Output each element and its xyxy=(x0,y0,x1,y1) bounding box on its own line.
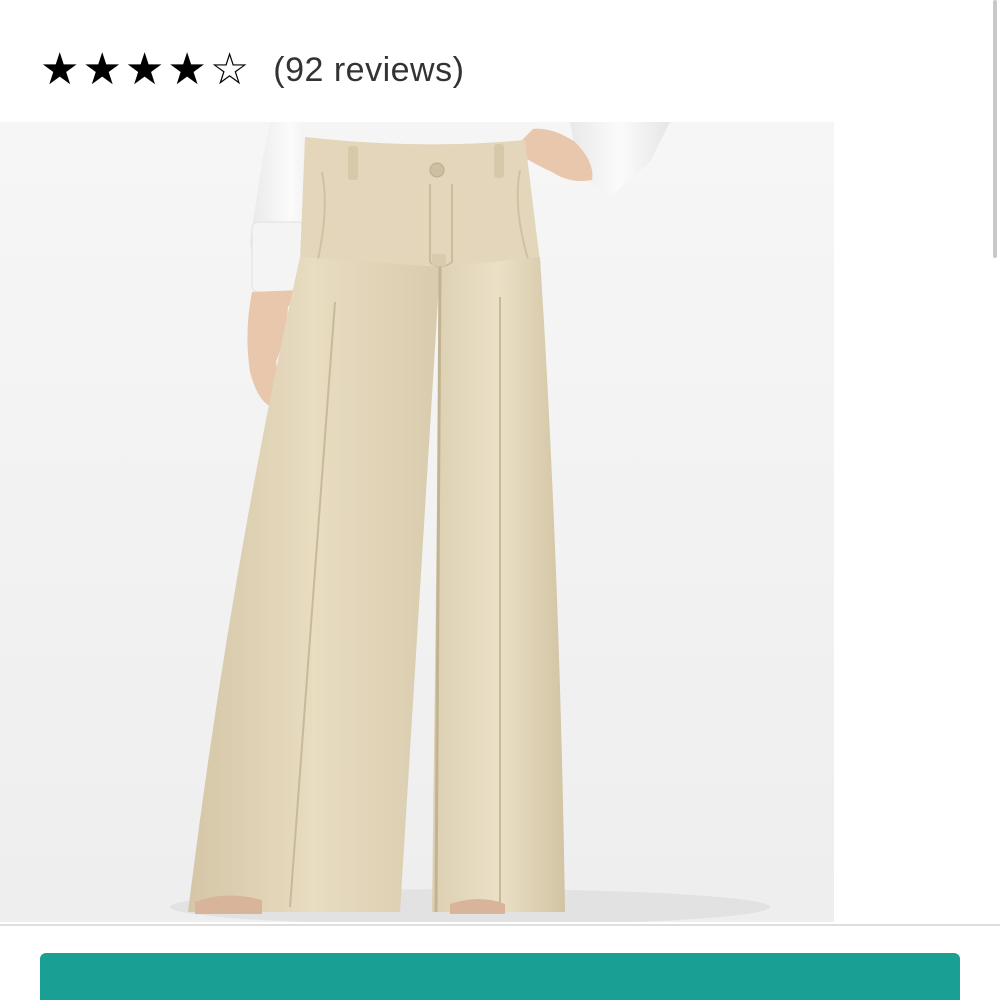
star-filled-icon: ★ xyxy=(124,44,165,95)
star-filled-icon: ★ xyxy=(167,44,207,95)
star-filled-icon: ★ xyxy=(40,44,80,95)
divider xyxy=(0,924,1000,926)
product-photo xyxy=(0,122,834,922)
star-filled-icon: ★ xyxy=(82,44,122,95)
add-to-bag-button[interactable] xyxy=(40,953,960,1000)
reviews-count-link[interactable]: (92 reviews) xyxy=(273,51,464,90)
product-image[interactable] xyxy=(0,122,834,922)
product-page: ★ ★ ★ ★ ☆ (92 reviews) xyxy=(0,0,1000,1000)
star-rating: ★ ★ ★ ★ ☆ xyxy=(40,48,249,92)
rating-summary[interactable]: ★ ★ ★ ★ ☆ (92 reviews) xyxy=(40,40,464,100)
star-half-icon: ☆ xyxy=(209,44,250,95)
scrollbar[interactable] xyxy=(993,0,997,258)
